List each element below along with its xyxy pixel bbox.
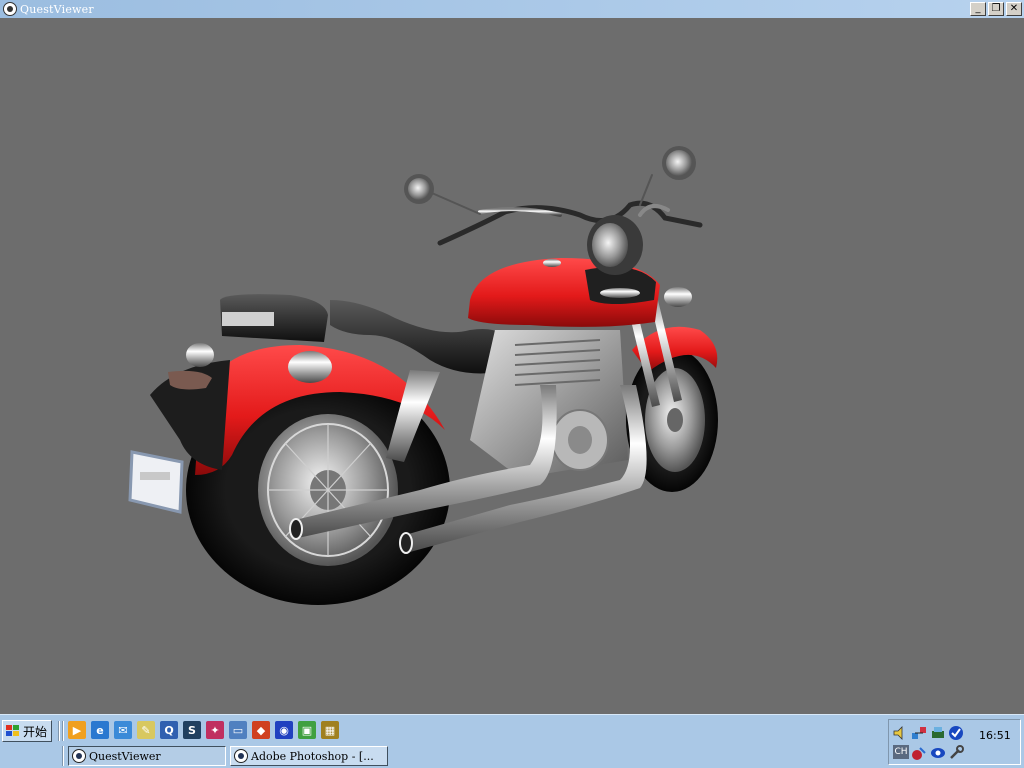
ime-indicator[interactable]: CH — [893, 745, 909, 759]
network-status-icon[interactable] — [911, 725, 927, 741]
notepad-icon[interactable]: ✎ — [137, 721, 155, 739]
questviewer-app-icon[interactable] — [3, 2, 17, 16]
media-player-icon[interactable]: ▶ — [68, 721, 86, 739]
media-icon[interactable]: ▣ — [298, 721, 316, 739]
tools-icon[interactable] — [948, 745, 964, 761]
internet-explorer-icon[interactable]: e — [91, 721, 109, 739]
antivirus-icon[interactable] — [911, 745, 927, 761]
minimize-button[interactable]: _ — [970, 2, 986, 16]
close-button[interactable]: ✕ — [1006, 2, 1022, 16]
handlebars — [424, 174, 703, 246]
computer-icon[interactable]: ▭ — [229, 721, 247, 739]
questviewer-icon — [72, 749, 86, 763]
motorcycle-model[interactable] — [0, 18, 1024, 714]
outlook-express-icon[interactable]: ✉ — [114, 721, 132, 739]
license-plate — [128, 450, 184, 514]
start-button[interactable]: 开始 — [2, 720, 52, 742]
task-questviewer[interactable]: QuestViewer — [68, 746, 226, 766]
system-tray: CH 16:51 — [888, 719, 1021, 765]
taskbar-separator — [58, 721, 60, 741]
title-bar: QuestViewer _ ❐ ✕ — [0, 0, 1024, 18]
security-check-icon[interactable] — [948, 725, 964, 741]
app-s-icon[interactable]: S — [183, 721, 201, 739]
quicktime-icon[interactable]: Q — [160, 721, 178, 739]
network-icon[interactable]: ✦ — [206, 721, 224, 739]
eye-monitor-icon[interactable] — [930, 745, 946, 761]
front-turn-signal — [664, 287, 692, 307]
taskbar: 开始 ▶ e ✉ ✎ Q S ✦ ▭ ◆ ◉ ▣ ▦ QuestViewer Adobe Photos… — [0, 714, 1024, 768]
task-label: QuestViewer — [89, 749, 161, 763]
task-photoshop[interactable]: Adobe Photoshop - [... — [230, 746, 388, 766]
gallery-icon[interactable]: ◆ — [252, 721, 270, 739]
quick-launch-bar: ▶ e ✉ ✎ Q S ✦ ▭ ◆ ◉ ▣ ▦ — [68, 721, 339, 739]
taskbar-separator — [62, 746, 64, 766]
photoshop-icon — [234, 749, 248, 763]
grid-icon[interactable]: ▦ — [321, 721, 339, 739]
3d-viewport[interactable] — [0, 18, 1024, 714]
taskbar-separator — [62, 721, 64, 741]
eye-icon[interactable]: ◉ — [275, 721, 293, 739]
start-label: 开始 — [23, 724, 48, 739]
volume-icon[interactable] — [892, 725, 908, 741]
clock[interactable]: 16:51 — [979, 729, 1011, 742]
windows-flag-icon — [6, 725, 20, 737]
window-title: QuestViewer — [20, 2, 94, 16]
window-controls: _ ❐ ✕ — [970, 2, 1022, 16]
printer-icon[interactable] — [930, 725, 946, 741]
restore-button[interactable]: ❐ — [988, 2, 1004, 16]
task-label: Adobe Photoshop - [... — [251, 749, 374, 763]
